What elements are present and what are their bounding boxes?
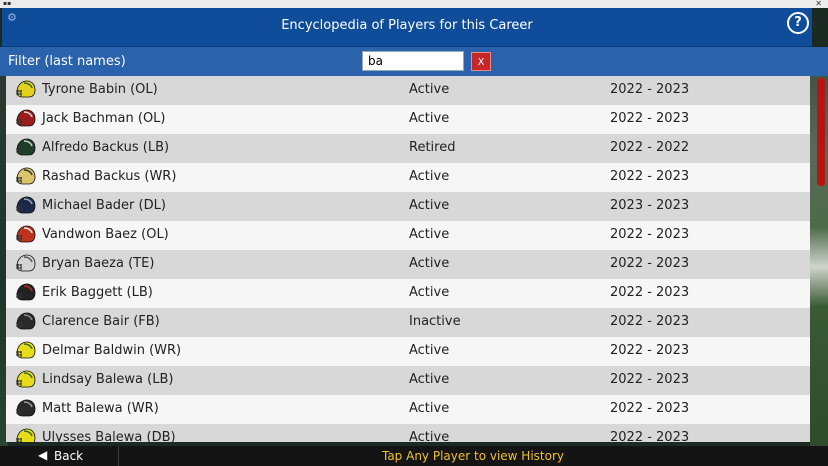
header-bar: ⚙ Encyclopedia of Players for this Caree… (2, 8, 812, 47)
player-name: Jack Bachman (OL) (42, 111, 166, 126)
scrollbar[interactable] (817, 76, 825, 442)
footer-bar: ◀ Back Tap Any Player to view History (0, 446, 828, 466)
helmet-icon (16, 109, 36, 127)
player-row[interactable]: Matt Balewa (WR) Active 2022 - 2023 (6, 395, 810, 424)
player-row[interactable]: Tyrone Babin (OL) Active 2022 - 2023 (6, 76, 810, 105)
player-status: Active (409, 430, 450, 442)
window-titlebar: ▪▪ ✕ (0, 0, 828, 8)
filter-input[interactable] (362, 51, 464, 71)
player-years: 2022 - 2023 (610, 227, 690, 242)
helmet-icon (16, 341, 36, 359)
helmet-icon (16, 283, 36, 301)
player-row[interactable]: Bryan Baeza (TE) Active 2022 - 2023 (6, 250, 810, 279)
helmet-icon (16, 138, 36, 156)
player-status: Active (409, 111, 450, 126)
player-name: Michael Bader (DL) (42, 198, 166, 213)
player-name: Ulysses Balewa (DB) (42, 430, 176, 442)
back-arrow-icon: ◀ (38, 448, 48, 462)
player-name: Matt Balewa (WR) (42, 401, 159, 416)
player-row[interactable]: Ulysses Balewa (DB) Active 2022 - 2023 (6, 424, 810, 442)
player-years: 2022 - 2023 (610, 401, 690, 416)
player-status: Active (409, 401, 450, 416)
player-row[interactable]: Alfredo Backus (LB) Retired 2022 - 2022 (6, 134, 810, 163)
help-button[interactable]: ? (787, 12, 809, 34)
player-status: Retired (409, 140, 456, 155)
player-row[interactable]: Erik Baggett (LB) Active 2022 - 2023 (6, 279, 810, 308)
clear-filter-button[interactable]: X (471, 52, 491, 71)
player-name: Clarence Bair (FB) (42, 314, 160, 329)
player-status: Active (409, 227, 450, 242)
player-status: Active (409, 285, 450, 300)
player-years: 2022 - 2023 (610, 82, 690, 97)
player-row[interactable]: Jack Bachman (OL) Active 2022 - 2023 (6, 105, 810, 134)
player-name: Vandwon Baez (OL) (42, 227, 169, 242)
player-name: Tyrone Babin (OL) (42, 82, 158, 97)
back-button[interactable]: ◀ Back (0, 446, 119, 466)
player-name: Lindsay Balewa (LB) (42, 372, 174, 387)
player-status: Active (409, 343, 450, 358)
player-row[interactable]: Delmar Baldwin (WR) Active 2022 - 2023 (6, 337, 810, 366)
helmet-icon (16, 254, 36, 272)
player-status: Active (409, 198, 450, 213)
helmet-icon (16, 399, 36, 417)
player-status: Active (409, 82, 450, 97)
player-status: Inactive (409, 314, 461, 329)
filter-bar: Filter (last names) X (0, 47, 828, 76)
player-years: 2022 - 2023 (610, 169, 690, 184)
helmet-icon (16, 312, 36, 330)
player-years: 2023 - 2023 (610, 198, 690, 213)
player-name: Delmar Baldwin (WR) (42, 343, 182, 358)
player-years: 2022 - 2023 (610, 372, 690, 387)
scrollbar-thumb[interactable] (817, 78, 825, 186)
player-years: 2022 - 2023 (610, 430, 690, 442)
helmet-icon (16, 370, 36, 388)
helmet-icon (16, 167, 36, 185)
player-name: Rashad Backus (WR) (42, 169, 177, 184)
window-close-icon[interactable]: ✕ (815, 0, 822, 8)
player-row[interactable]: Vandwon Baez (OL) Active 2022 - 2023 (6, 221, 810, 250)
player-status: Active (409, 372, 450, 387)
player-row[interactable]: Rashad Backus (WR) Active 2022 - 2023 (6, 163, 810, 192)
player-list[interactable]: Tyrone Babin (OL) Active 2022 - 2023 Jack B… (6, 76, 810, 442)
player-years: 2022 - 2023 (610, 343, 690, 358)
app-icon: ▪▪ (3, 0, 12, 7)
player-name: Bryan Baeza (TE) (42, 256, 155, 271)
player-years: 2022 - 2022 (610, 140, 690, 155)
filter-label: Filter (last names) (8, 54, 126, 69)
footer-hint: Tap Any Player to view History (381, 449, 564, 463)
player-years: 2022 - 2023 (610, 285, 690, 300)
helmet-icon (16, 225, 36, 243)
player-row[interactable]: Michael Bader (DL) Active 2023 - 2023 (6, 192, 810, 221)
player-name: Erik Baggett (LB) (42, 285, 153, 300)
helmet-icon (16, 428, 36, 442)
player-years: 2022 - 2023 (610, 314, 690, 329)
player-status: Active (409, 256, 450, 271)
player-years: 2022 - 2023 (610, 256, 690, 271)
helmet-icon (16, 80, 36, 98)
helmet-icon (16, 196, 36, 214)
player-row[interactable]: Lindsay Balewa (LB) Active 2022 - 2023 (6, 366, 810, 395)
back-label: Back (54, 449, 84, 463)
page-title: Encyclopedia of Players for this Career (281, 18, 533, 33)
player-status: Active (409, 169, 450, 184)
player-name: Alfredo Backus (LB) (42, 140, 170, 155)
player-years: 2022 - 2023 (610, 111, 690, 126)
player-row[interactable]: Clarence Bair (FB) Inactive 2022 - 2023 (6, 308, 810, 337)
